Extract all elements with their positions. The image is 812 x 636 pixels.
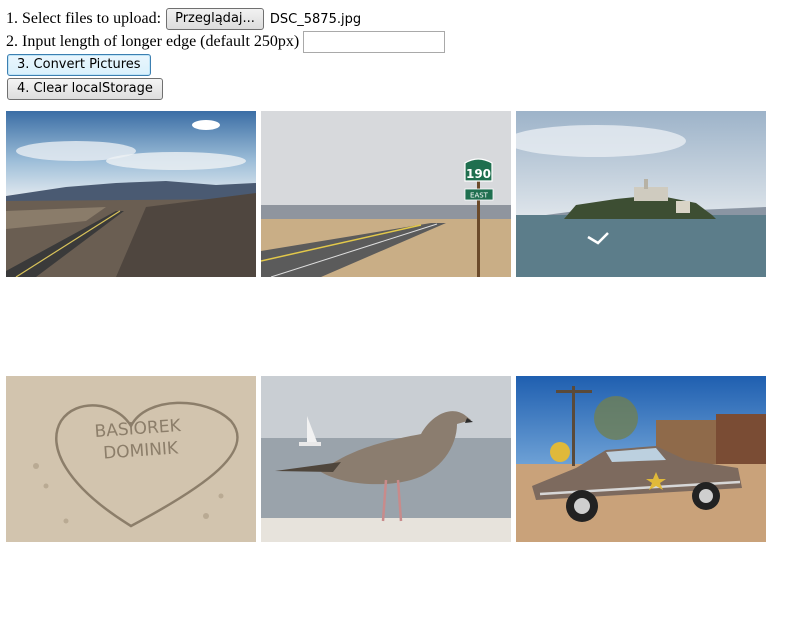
- thumbnail-desert-road: [6, 111, 256, 277]
- edge-length-row: 2. Input length of longer edge (default …: [6, 31, 446, 53]
- sand-heart-image: BASIOREK DOMINIK: [6, 376, 256, 542]
- thumbnail-rusty-car: [516, 376, 766, 542]
- edge-length-label: 2. Input length of longer edge (default …: [6, 33, 300, 50]
- clear-localstorage-button[interactable]: 4. Clear localStorage: [7, 78, 163, 100]
- seagull-image: [261, 376, 511, 542]
- browse-files-button[interactable]: Przeglądaj...: [166, 8, 264, 30]
- highway-190-image: 190 EAST: [261, 111, 511, 277]
- select-files-label: 1. Select files to upload:: [6, 10, 162, 27]
- thumbnail-alcatraz-island: [516, 111, 766, 277]
- desert-road-image: [6, 111, 256, 277]
- file-select-row: 1. Select files to upload: Przeglądaj...…: [6, 8, 361, 30]
- thumbnail-highway-190: 190 EAST: [261, 111, 511, 277]
- thumbnail-sand-heart: BASIOREK DOMINIK: [6, 376, 256, 542]
- edge-length-input[interactable]: [303, 31, 446, 53]
- selected-file-name: DSC_5875.jpg: [269, 11, 362, 27]
- alcatraz-island-image: [516, 111, 766, 277]
- convert-pictures-button[interactable]: 3. Convert Pictures: [7, 54, 151, 76]
- rusty-car-image: [516, 376, 766, 542]
- route-sign-direction: EAST: [470, 192, 489, 200]
- thumbnail-seagull: [261, 376, 511, 542]
- route-sign-number: 190: [466, 167, 491, 181]
